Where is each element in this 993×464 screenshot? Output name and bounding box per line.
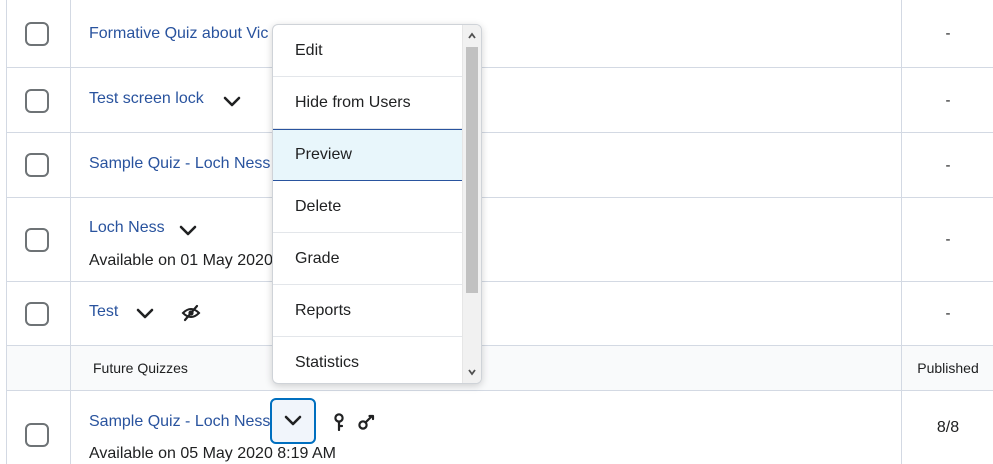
row-checkbox[interactable] — [25, 153, 49, 177]
table-row: Test screen lock - — [7, 68, 993, 133]
published-value: - — [901, 133, 993, 197]
group-header-row: Future Quizzes Published — [7, 346, 993, 391]
quiz-title-link[interactable]: Formative Quiz about Vic — [89, 25, 268, 43]
row-checkbox[interactable] — [25, 22, 49, 46]
chevron-down-icon[interactable] — [179, 225, 197, 237]
published-column-header: Published — [901, 346, 993, 390]
chevron-down-icon[interactable] — [223, 96, 241, 108]
menu-item-statistics[interactable]: Statistics — [273, 337, 462, 383]
quiz-title-link[interactable]: Test — [89, 303, 118, 321]
chevron-down-icon[interactable] — [136, 308, 154, 320]
quiz-title-link[interactable]: Sample Quiz - Loch Ness — [89, 413, 270, 431]
quiz-title-link[interactable]: Sample Quiz - Loch Ness — [89, 155, 270, 173]
table-row: Test - — [7, 282, 993, 346]
menu-item-edit[interactable]: Edit — [273, 25, 462, 77]
table-row: Sample Quiz - Loch Ness Available on 05 … — [7, 391, 993, 464]
published-value: - — [901, 0, 993, 67]
quiz-title-link[interactable]: Loch Ness — [89, 219, 165, 237]
row-checkbox[interactable] — [25, 228, 49, 252]
menu-item-grade[interactable]: Grade — [273, 233, 462, 285]
published-value: - — [901, 282, 993, 345]
row-checkbox[interactable] — [25, 423, 49, 447]
quiz-table: Formative Quiz about Vic - Test screen l… — [6, 0, 993, 464]
special-access-icon — [358, 414, 375, 430]
menu-item-preview[interactable]: Preview — [273, 129, 462, 181]
table-row: Formative Quiz about Vic - — [7, 0, 993, 68]
chevron-down-icon — [284, 415, 302, 426]
menu-item-delete[interactable]: Delete — [273, 181, 462, 233]
actions-dropdown-menu: Edit Hide from Users Preview Delete Grad… — [272, 24, 482, 384]
availability-text: Available on 01 May 2020 — [89, 252, 273, 269]
menu-item-reports[interactable]: Reports — [273, 285, 462, 337]
actions-menu-button[interactable] — [270, 398, 316, 444]
scroll-down-arrow-icon[interactable] — [467, 367, 477, 377]
menu-scrollbar[interactable] — [462, 25, 481, 383]
scroll-thumb[interactable] — [466, 47, 478, 293]
menu-item-hide-from-users[interactable]: Hide from Users — [273, 77, 462, 129]
published-value: 8/8 — [901, 391, 993, 464]
published-value: - — [901, 198, 993, 281]
scroll-up-arrow-icon[interactable] — [467, 31, 477, 41]
table-row: Loch Ness Available on 01 May 2020 - — [7, 198, 993, 282]
published-value: - — [901, 68, 993, 132]
row-checkbox[interactable] — [25, 89, 49, 113]
group-label: Future Quizzes — [93, 360, 188, 376]
hidden-eye-icon — [181, 304, 201, 322]
quiz-title-link[interactable]: Test screen lock — [89, 90, 204, 108]
key-icon — [334, 413, 344, 431]
table-row: Sample Quiz - Loch Ness - — [7, 133, 993, 198]
availability-text: Available on 05 May 2020 8:19 AM — [89, 445, 336, 462]
row-checkbox[interactable] — [25, 302, 49, 326]
